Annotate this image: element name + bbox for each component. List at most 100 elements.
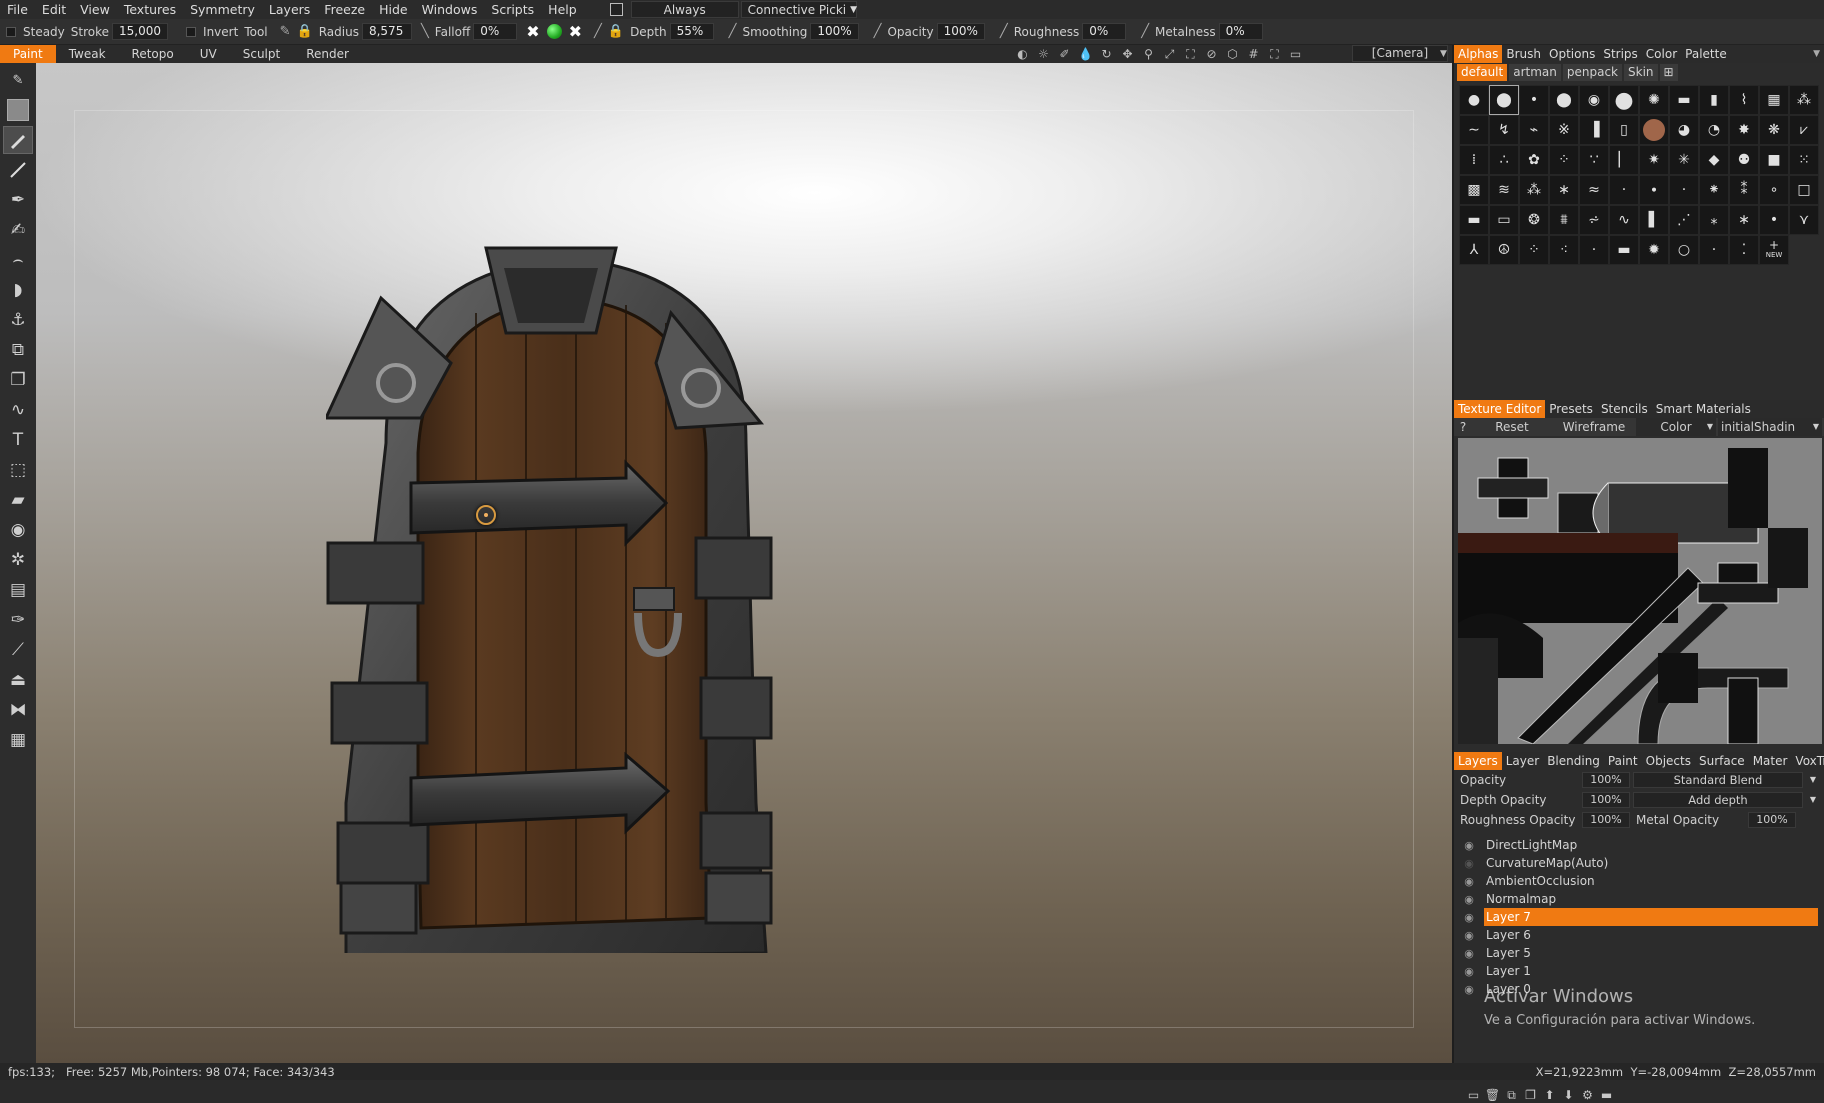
alpha-tile[interactable]: ▐: [1579, 115, 1609, 145]
tab-sculpt[interactable]: Sculpt: [230, 45, 293, 63]
menu-file[interactable]: File: [0, 0, 35, 19]
eye-icon[interactable]: ◉: [1454, 839, 1484, 852]
close-icon[interactable]: ✖: [566, 22, 585, 41]
tab-paint[interactable]: Paint: [0, 45, 56, 63]
camera-dropdown[interactable]: [Camera]: [1352, 45, 1448, 62]
knife-icon[interactable]: ⟋: [3, 636, 33, 664]
green-sphere-icon[interactable]: [546, 24, 562, 39]
eye-icon[interactable]: ◉: [1454, 857, 1484, 870]
new-layer-icon[interactable]: ▭: [1464, 1088, 1483, 1103]
depth-mode-dropdown[interactable]: Add depth ▼: [1633, 792, 1816, 808]
roughness-opacity-value[interactable]: 100%: [1582, 812, 1630, 828]
alpha-tile[interactable]: ⁙: [1789, 145, 1819, 175]
layer-item[interactable]: ◉ CurvatureMap(Auto): [1454, 854, 1824, 872]
eye-icon[interactable]: ◉: [1454, 947, 1484, 960]
eye-icon[interactable]: ◉: [1454, 875, 1484, 888]
menu-help[interactable]: Help: [541, 0, 584, 19]
spray-icon[interactable]: ◗: [3, 276, 33, 304]
tab-alphas[interactable]: Alphas: [1454, 45, 1503, 63]
menu-edit[interactable]: Edit: [35, 0, 73, 19]
menu-layers[interactable]: Layers: [262, 0, 317, 19]
layer-item[interactable]: ◉ AmbientOcclusion: [1454, 872, 1824, 890]
eyedropper-icon[interactable]: ✑: [3, 606, 33, 634]
alpha-tile[interactable]: ▬: [1669, 85, 1699, 115]
alpha-tile[interactable]: [1639, 115, 1669, 145]
copy-icon[interactable]: ❐: [3, 366, 33, 394]
alpha-tile[interactable]: ⁂: [1789, 85, 1819, 115]
curve-icon[interactable]: ∿: [3, 396, 33, 424]
pen-pressure-icon[interactable]: ╱: [1138, 24, 1152, 39]
alpha-tile[interactable]: ∙: [1639, 175, 1669, 205]
measure-icon[interactable]: ▦: [3, 726, 33, 754]
folder-icon[interactable]: ▬: [1597, 1088, 1616, 1103]
alpha-tile[interactable]: ⩗: [1789, 115, 1819, 145]
cross-icon[interactable]: ✖: [523, 22, 542, 41]
depth-opacity-value[interactable]: 100%: [1582, 792, 1630, 808]
screenshot-icon[interactable]: ▭: [1285, 47, 1306, 61]
pen-pressure-icon[interactable]: ✎: [277, 24, 294, 39]
tab-smart-materials[interactable]: Smart Materials: [1652, 400, 1755, 418]
alpha-tile[interactable]: ∗: [1729, 205, 1759, 235]
alpha-tile[interactable]: ▮: [1699, 85, 1729, 115]
tab-strips[interactable]: Strips: [1599, 45, 1641, 63]
alpha-tile[interactable]: □: [1789, 175, 1819, 205]
alpha-tile[interactable]: ✿: [1519, 145, 1549, 175]
tab-objects[interactable]: Objects: [1642, 752, 1695, 770]
tab-skin[interactable]: Skin: [1624, 64, 1658, 81]
menu-scripts[interactable]: Scripts: [484, 0, 541, 19]
alpha-tile[interactable]: ▭: [1489, 205, 1519, 235]
move-icon[interactable]: ✥: [1117, 47, 1138, 61]
move-down-icon[interactable]: ⬇: [1559, 1088, 1578, 1103]
tab-blending[interactable]: Blending: [1543, 752, 1604, 770]
alpha-tile[interactable]: ⁚: [1729, 235, 1759, 265]
alpha-tile[interactable]: ∗: [1549, 175, 1579, 205]
alpha-tile[interactable]: ◉: [1579, 85, 1609, 115]
stamp-icon[interactable]: ⚓: [3, 306, 33, 334]
alpha-tile[interactable]: ✺: [1639, 85, 1669, 115]
smudge-tool-icon[interactable]: ✍: [3, 216, 33, 244]
alpha-tile[interactable]: ⋰: [1669, 205, 1699, 235]
falloff-icon[interactable]: ╲: [418, 24, 432, 39]
radius-value[interactable]: 8,575: [361, 23, 412, 40]
alpha-tile[interactable]: ⚉: [1729, 145, 1759, 175]
alpha-tile[interactable]: ⁂: [1519, 175, 1549, 205]
contrast-icon[interactable]: ◐: [1012, 47, 1033, 61]
eye-icon[interactable]: ◉: [1454, 911, 1484, 924]
tab-uv[interactable]: UV: [187, 45, 230, 63]
opacity-value[interactable]: 100%: [936, 23, 985, 40]
alpha-tile[interactable]: ⋅: [1669, 175, 1699, 205]
eraser-icon[interactable]: ▰: [3, 486, 33, 514]
alpha-tile[interactable]: ✷: [1639, 145, 1669, 175]
layer-item[interactable]: ◉ Layer 5: [1454, 944, 1824, 962]
grid-icon[interactable]: #: [1243, 47, 1264, 61]
tab-mater[interactable]: Mater: [1749, 752, 1792, 770]
pen-pressure-icon[interactable]: ╱: [726, 24, 740, 39]
alpha-tile[interactable]: ⁑: [1729, 175, 1759, 205]
layer-item[interactable]: ◉ Normalmap: [1454, 890, 1824, 908]
tab-layer[interactable]: Layer: [1502, 752, 1543, 770]
delete-layer-icon[interactable]: 🗑: [1483, 1088, 1502, 1103]
airbrush-icon[interactable]: ⌢: [3, 246, 33, 274]
alpha-tile[interactable]: ⌇: [1729, 85, 1759, 115]
line-tool-icon[interactable]: [3, 156, 33, 184]
menu-hide[interactable]: Hide: [372, 0, 415, 19]
layer-item[interactable]: ◉ DirectLightMap: [1454, 836, 1824, 854]
ruler-icon[interactable]: ▤: [3, 576, 33, 604]
pen-pressure-icon[interactable]: ╱: [871, 24, 885, 39]
tab-texture-editor[interactable]: Texture Editor: [1454, 400, 1546, 418]
eye-icon[interactable]: ◉: [1454, 893, 1484, 906]
stroke-value[interactable]: 15,000: [112, 23, 169, 40]
tab-tweak[interactable]: Tweak: [56, 45, 119, 63]
wireframe-button[interactable]: Wireframe: [1552, 418, 1636, 436]
lock-icon[interactable]: 🔒: [605, 24, 627, 39]
merge-layer-icon[interactable]: ⧉: [1502, 1088, 1521, 1103]
add-set-icon[interactable]: ⊞: [1659, 64, 1678, 81]
alpha-tile[interactable]: ∵: [1579, 145, 1609, 175]
eye-icon[interactable]: ◉: [1454, 983, 1484, 996]
iron-icon[interactable]: ⏏: [3, 666, 33, 694]
tab-paint-objects[interactable]: Paint: [1604, 752, 1642, 770]
alpha-tile[interactable]: ⬤: [1549, 85, 1579, 115]
alpha-tile[interactable]: ≋: [1489, 175, 1519, 205]
3d-viewport[interactable]: [36, 63, 1452, 1063]
alpha-tile[interactable]: ●: [1459, 85, 1489, 115]
